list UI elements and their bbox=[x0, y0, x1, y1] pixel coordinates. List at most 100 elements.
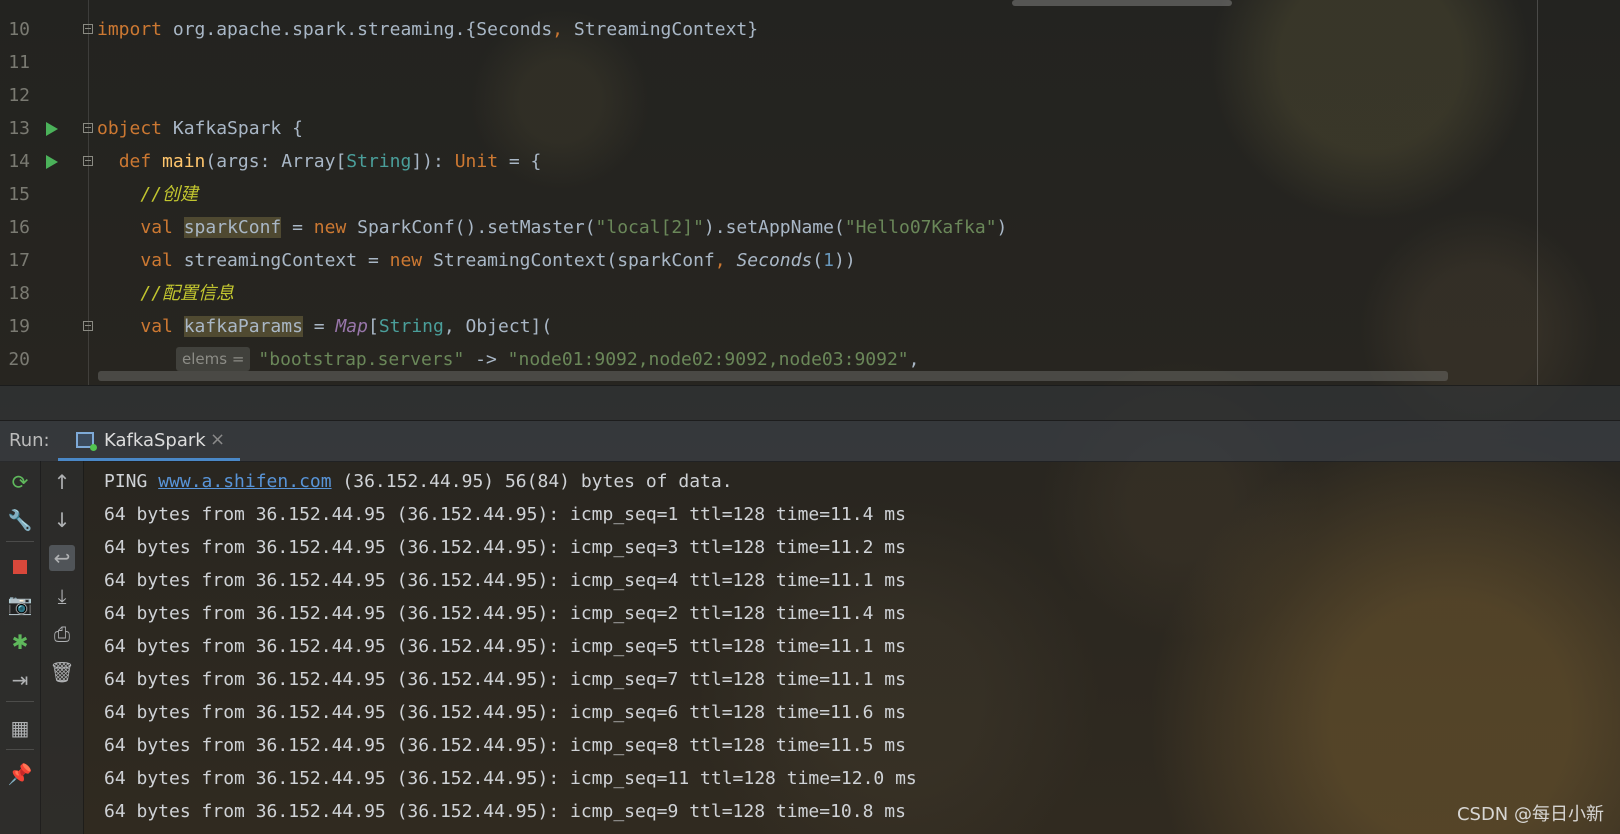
line-number: 13 bbox=[8, 118, 30, 139]
run-toolbar-right: ↑ ↓ ↩ ⤓ ⎙ 🗑 bbox=[41, 461, 84, 834]
code-token: "bootstrap.servers" bbox=[258, 349, 465, 370]
pin-icon[interactable]: 📌 bbox=[7, 761, 33, 787]
code-token: ]): bbox=[411, 151, 455, 172]
code-token: kafkaParams bbox=[183, 316, 303, 337]
code-line[interactable]: 18 //配置信息 bbox=[0, 277, 1620, 310]
code-token: String bbox=[346, 151, 412, 172]
rerun-icon[interactable]: ⟳ bbox=[7, 469, 33, 495]
code-token: 1 bbox=[823, 250, 834, 271]
code-editor[interactable]: 10 import org.apache.spark.streaming.{Sec… bbox=[0, 0, 1620, 385]
code-line[interactable]: 19 val kafkaParams = Map[String, Object]… bbox=[0, 310, 1620, 343]
code-token: Map bbox=[335, 316, 368, 337]
code-token: import bbox=[97, 19, 163, 40]
line-number: 20 bbox=[8, 349, 30, 370]
console-line: 64 bytes from 36.152.44.95 (36.152.44.95… bbox=[104, 603, 906, 624]
camera-icon[interactable]: 📷 bbox=[7, 591, 33, 617]
code-line[interactable]: 15 //创建 bbox=[0, 178, 1620, 211]
run-toolbar-left: ⟳ 🔧 📷 ✱ ⇥ ▦ 📌 bbox=[0, 461, 41, 834]
code-token: , bbox=[552, 19, 564, 40]
down-arrow-icon[interactable]: ↓ bbox=[49, 507, 75, 533]
code-token: def bbox=[118, 151, 152, 172]
code-text: val streamingContext = new StreamingCont… bbox=[97, 244, 856, 277]
code-token: StreamingContext(sparkConf bbox=[422, 250, 715, 271]
code-token: = bbox=[302, 316, 336, 337]
code-token: , Object]( bbox=[443, 316, 553, 337]
layout-icon[interactable]: ▦ bbox=[7, 715, 33, 741]
editor-top-scrollbar[interactable] bbox=[1012, 0, 1232, 6]
code-token: ( bbox=[812, 250, 824, 271]
code-token: new bbox=[389, 250, 423, 271]
trash-icon[interactable]: 🗑 bbox=[49, 659, 75, 685]
code-text: object KafkaSpark { bbox=[97, 112, 303, 145]
console-line: 64 bytes from 36.152.44.95 (36.152.44.95… bbox=[104, 768, 917, 789]
parameter-hint: elems = bbox=[176, 347, 251, 371]
code-token: streamingContext = bbox=[172, 250, 390, 271]
scroll-to-end-icon[interactable]: ⤓ bbox=[49, 583, 75, 609]
code-line[interactable]: 12 bbox=[0, 79, 1620, 112]
code-line[interactable]: 11 bbox=[0, 46, 1620, 79]
close-icon[interactable]: × bbox=[210, 429, 225, 450]
code-token: )) bbox=[833, 250, 856, 271]
fold-icon[interactable] bbox=[83, 123, 93, 133]
line-number: 10 bbox=[8, 19, 30, 40]
code-text: val kafkaParams = Map[String, Object]( bbox=[97, 310, 552, 343]
print-icon[interactable]: ⎙ bbox=[49, 621, 75, 647]
toolbar-separator bbox=[6, 749, 34, 750]
line-number: 12 bbox=[8, 85, 30, 106]
code-token: "Hello07Kafka" bbox=[844, 217, 997, 238]
ping-host-link[interactable]: www.a.shifen.com bbox=[158, 471, 331, 492]
console-line: 64 bytes from 36.152.44.95 (36.152.44.95… bbox=[104, 570, 906, 591]
editor-horizontal-scrollbar[interactable] bbox=[98, 371, 1448, 381]
up-arrow-icon[interactable]: ↑ bbox=[49, 469, 75, 495]
code-token: -> bbox=[464, 349, 508, 370]
console-line: 64 bytes from 36.152.44.95 (36.152.44.95… bbox=[104, 801, 906, 822]
soft-wrap-icon[interactable]: ↩ bbox=[49, 545, 75, 571]
code-token: sparkConf bbox=[183, 217, 282, 238]
code-line[interactable]: 14 def main(args: Array[String]): Unit =… bbox=[0, 145, 1620, 178]
tab-kafkaspark[interactable]: KafkaSpark × bbox=[58, 421, 240, 461]
code-token: , bbox=[908, 349, 920, 370]
line-number: 15 bbox=[8, 184, 30, 205]
ping-suffix: (36.152.44.95) 56(84) bytes of data. bbox=[331, 471, 733, 492]
code-token: //创建 bbox=[140, 184, 199, 205]
code-token: KafkaSpark { bbox=[162, 118, 303, 139]
run-gutter-icon[interactable] bbox=[46, 155, 58, 169]
code-token: = { bbox=[498, 151, 542, 172]
console-lines: 64 bytes from 36.152.44.95 (36.152.44.95… bbox=[104, 498, 917, 828]
fold-icon[interactable] bbox=[83, 24, 93, 34]
toolbar-separator bbox=[6, 701, 34, 702]
code-line[interactable]: 13 object KafkaSpark { bbox=[0, 112, 1620, 145]
console-line: 64 bytes from 36.152.44.95 (36.152.44.95… bbox=[104, 735, 906, 756]
debug-icon[interactable]: ✱ bbox=[7, 629, 33, 655]
code-text: val sparkConf = new SparkConf().setMaste… bbox=[97, 211, 1007, 244]
code-token: main bbox=[162, 151, 206, 172]
console-output[interactable]: PING www.a.shifen.com (36.152.44.95) 56(… bbox=[104, 465, 917, 828]
panel-divider[interactable] bbox=[0, 385, 1620, 421]
console-line: 64 bytes from 36.152.44.95 (36.152.44.95… bbox=[104, 504, 906, 525]
ping-prefix: PING bbox=[104, 471, 159, 492]
code-token: new bbox=[313, 217, 347, 238]
code-token: (args: Array[ bbox=[205, 151, 347, 172]
code-token: StreamingContext} bbox=[563, 19, 759, 40]
code-line[interactable]: 16 val sparkConf = new SparkConf().setMa… bbox=[0, 211, 1620, 244]
run-label: Run: bbox=[9, 430, 50, 451]
wrench-icon[interactable]: 🔧 bbox=[7, 507, 33, 533]
code-line[interactable]: 17 val streamingContext = new StreamingC… bbox=[0, 244, 1620, 277]
code-token: [ bbox=[367, 316, 379, 337]
stop-icon[interactable] bbox=[7, 553, 33, 579]
code-line[interactable]: 10 import org.apache.spark.streaming.{Sec… bbox=[0, 13, 1620, 46]
fold-icon[interactable] bbox=[83, 321, 93, 331]
exit-icon[interactable]: ⇥ bbox=[7, 667, 33, 693]
code-text: def main(args: Array[String]): Unit = { bbox=[97, 145, 542, 178]
run-gutter-icon[interactable] bbox=[46, 122, 58, 136]
fold-icon[interactable] bbox=[83, 156, 93, 166]
code-text: //配置信息 bbox=[97, 277, 234, 310]
